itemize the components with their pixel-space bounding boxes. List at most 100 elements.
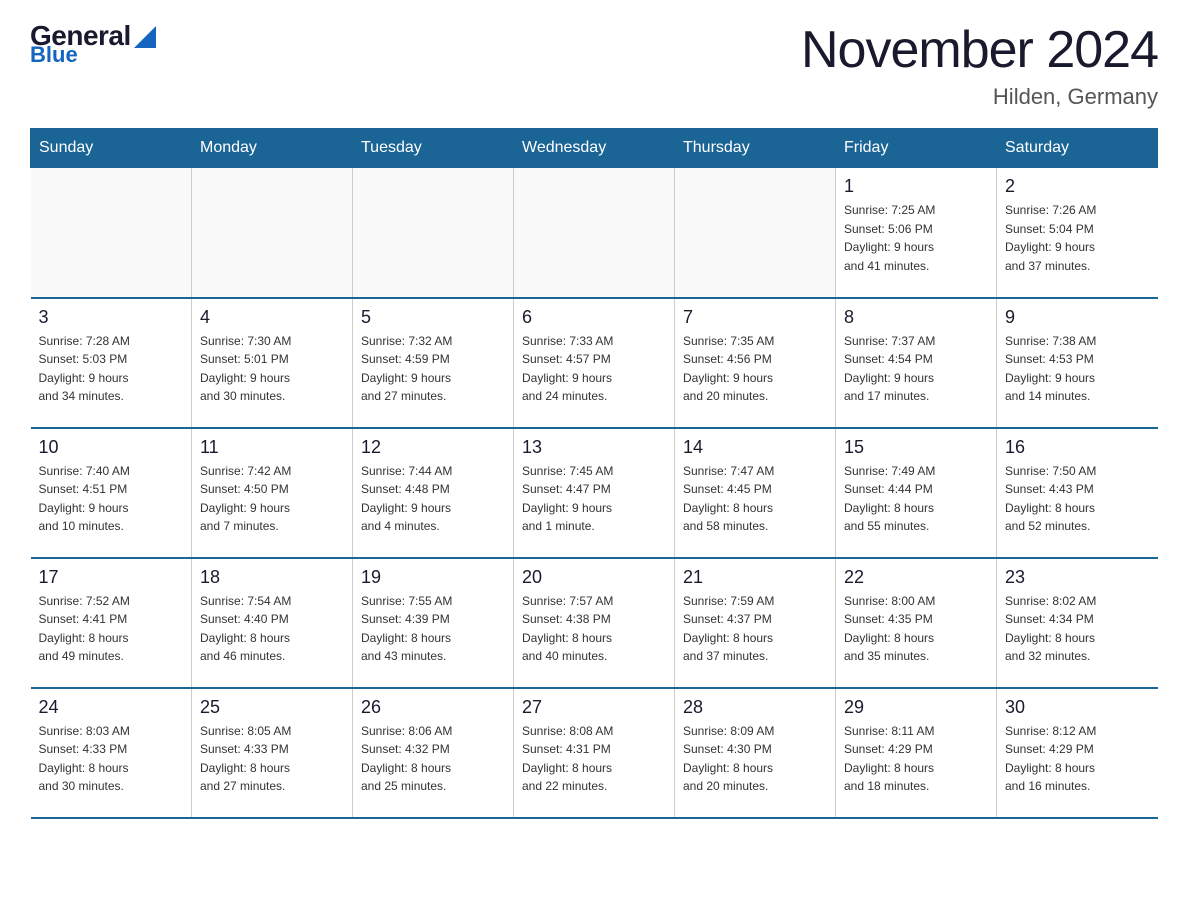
day-info: Sunrise: 8:02 AM Sunset: 4:34 PM Dayligh… xyxy=(1005,592,1150,666)
day-number: 22 xyxy=(844,567,988,588)
weekday-header-friday: Friday xyxy=(836,129,997,168)
day-info: Sunrise: 7:45 AM Sunset: 4:47 PM Dayligh… xyxy=(522,462,666,536)
logo-blue-text: Blue xyxy=(30,42,78,68)
day-info: Sunrise: 7:26 AM Sunset: 5:04 PM Dayligh… xyxy=(1005,201,1150,275)
day-info: Sunrise: 7:59 AM Sunset: 4:37 PM Dayligh… xyxy=(683,592,827,666)
calendar-day-cell: 21 Sunrise: 7:59 AM Sunset: 4:37 PM Dayli… xyxy=(675,558,836,688)
calendar-day-cell xyxy=(192,168,353,298)
calendar-day-cell: 24 Sunrise: 8:03 AM Sunset: 4:33 PM Dayli… xyxy=(31,688,192,818)
day-number: 2 xyxy=(1005,176,1150,197)
weekday-header-saturday: Saturday xyxy=(997,129,1158,168)
day-number: 21 xyxy=(683,567,827,588)
day-info: Sunrise: 8:08 AM Sunset: 4:31 PM Dayligh… xyxy=(522,722,666,796)
day-number: 4 xyxy=(200,307,344,328)
day-number: 13 xyxy=(522,437,666,458)
calendar-week-row: 1Sunrise: 7:25 AM Sunset: 5:06 PM Daylig… xyxy=(31,168,1158,298)
day-number: 14 xyxy=(683,437,827,458)
calendar-day-cell: 4 Sunrise: 7:30 AM Sunset: 5:01 PM Daylig… xyxy=(192,298,353,428)
calendar-day-cell: 11 Sunrise: 7:42 AM Sunset: 4:50 PM Dayli… xyxy=(192,428,353,558)
calendar-day-cell: 5 Sunrise: 7:32 AM Sunset: 4:59 PM Daylig… xyxy=(353,298,514,428)
day-number: 23 xyxy=(1005,567,1150,588)
calendar-day-cell: 10 Sunrise: 7:40 AM Sunset: 4:51 PM Dayli… xyxy=(31,428,192,558)
calendar-day-cell: 8Sunrise: 7:37 AM Sunset: 4:54 PM Daylig… xyxy=(836,298,997,428)
day-number: 7 xyxy=(683,307,827,328)
weekday-header-monday: Monday xyxy=(192,129,353,168)
calendar-day-cell: 28 Sunrise: 8:09 AM Sunset: 4:30 PM Dayli… xyxy=(675,688,836,818)
day-info: Sunrise: 8:06 AM Sunset: 4:32 PM Dayligh… xyxy=(361,722,505,796)
calendar-day-cell: 22Sunrise: 8:00 AM Sunset: 4:35 PM Dayli… xyxy=(836,558,997,688)
calendar-day-cell: 14 Sunrise: 7:47 AM Sunset: 4:45 PM Dayli… xyxy=(675,428,836,558)
day-number: 11 xyxy=(200,437,344,458)
calendar-day-cell: 26 Sunrise: 8:06 AM Sunset: 4:32 PM Dayli… xyxy=(353,688,514,818)
day-number: 29 xyxy=(844,697,988,718)
calendar-day-cell: 7Sunrise: 7:35 AM Sunset: 4:56 PM Daylig… xyxy=(675,298,836,428)
day-number: 15 xyxy=(844,437,988,458)
day-info: Sunrise: 7:52 AM Sunset: 4:41 PM Dayligh… xyxy=(39,592,184,666)
day-number: 26 xyxy=(361,697,505,718)
day-info: Sunrise: 7:32 AM Sunset: 4:59 PM Dayligh… xyxy=(361,332,505,406)
day-info: Sunrise: 7:42 AM Sunset: 4:50 PM Dayligh… xyxy=(200,462,344,536)
calendar-day-cell xyxy=(675,168,836,298)
calendar-week-row: 24 Sunrise: 8:03 AM Sunset: 4:33 PM Dayli… xyxy=(31,688,1158,818)
day-number: 3 xyxy=(39,307,184,328)
calendar-day-cell: 1Sunrise: 7:25 AM Sunset: 5:06 PM Daylig… xyxy=(836,168,997,298)
day-info: Sunrise: 7:54 AM Sunset: 4:40 PM Dayligh… xyxy=(200,592,344,666)
calendar-day-cell: 20 Sunrise: 7:57 AM Sunset: 4:38 PM Dayli… xyxy=(514,558,675,688)
calendar-day-cell: 3 Sunrise: 7:28 AM Sunset: 5:03 PM Daylig… xyxy=(31,298,192,428)
logo: General Blue xyxy=(30,20,156,68)
weekday-header-wednesday: Wednesday xyxy=(514,129,675,168)
calendar-week-row: 10 Sunrise: 7:40 AM Sunset: 4:51 PM Dayli… xyxy=(31,428,1158,558)
day-info: Sunrise: 7:50 AM Sunset: 4:43 PM Dayligh… xyxy=(1005,462,1150,536)
day-number: 12 xyxy=(361,437,505,458)
calendar-day-cell: 29 Sunrise: 8:11 AM Sunset: 4:29 PM Dayli… xyxy=(836,688,997,818)
weekday-header-thursday: Thursday xyxy=(675,129,836,168)
calendar-day-cell: 2 Sunrise: 7:26 AM Sunset: 5:04 PM Daylig… xyxy=(997,168,1158,298)
calendar-day-cell: 19 Sunrise: 7:55 AM Sunset: 4:39 PM Dayli… xyxy=(353,558,514,688)
day-info: Sunrise: 7:55 AM Sunset: 4:39 PM Dayligh… xyxy=(361,592,505,666)
day-info: Sunrise: 7:47 AM Sunset: 4:45 PM Dayligh… xyxy=(683,462,827,536)
calendar-day-cell: 15 Sunrise: 7:49 AM Sunset: 4:44 PM Dayli… xyxy=(836,428,997,558)
calendar-day-cell: 23 Sunrise: 8:02 AM Sunset: 4:34 PM Dayli… xyxy=(997,558,1158,688)
calendar-day-cell xyxy=(353,168,514,298)
logo-triangle-icon xyxy=(134,26,156,48)
day-number: 19 xyxy=(361,567,505,588)
calendar-day-cell: 17 Sunrise: 7:52 AM Sunset: 4:41 PM Dayli… xyxy=(31,558,192,688)
day-info: Sunrise: 7:33 AM Sunset: 4:57 PM Dayligh… xyxy=(522,332,666,406)
day-info: Sunrise: 7:30 AM Sunset: 5:01 PM Dayligh… xyxy=(200,332,344,406)
calendar-day-cell: 12 Sunrise: 7:44 AM Sunset: 4:48 PM Dayli… xyxy=(353,428,514,558)
calendar-week-row: 3 Sunrise: 7:28 AM Sunset: 5:03 PM Daylig… xyxy=(31,298,1158,428)
day-info: Sunrise: 7:40 AM Sunset: 4:51 PM Dayligh… xyxy=(39,462,184,536)
day-number: 20 xyxy=(522,567,666,588)
day-info: Sunrise: 7:28 AM Sunset: 5:03 PM Dayligh… xyxy=(39,332,184,406)
weekday-header-tuesday: Tuesday xyxy=(353,129,514,168)
day-number: 24 xyxy=(39,697,184,718)
calendar-day-cell: 6Sunrise: 7:33 AM Sunset: 4:57 PM Daylig… xyxy=(514,298,675,428)
day-info: Sunrise: 8:09 AM Sunset: 4:30 PM Dayligh… xyxy=(683,722,827,796)
calendar-header: SundayMondayTuesdayWednesdayThursdayFrid… xyxy=(31,129,1158,168)
day-number: 25 xyxy=(200,697,344,718)
day-number: 10 xyxy=(39,437,184,458)
day-number: 16 xyxy=(1005,437,1150,458)
day-info: Sunrise: 8:03 AM Sunset: 4:33 PM Dayligh… xyxy=(39,722,184,796)
day-info: Sunrise: 8:11 AM Sunset: 4:29 PM Dayligh… xyxy=(844,722,988,796)
header: General Blue November 2024 Hilden, Germa… xyxy=(30,20,1158,110)
calendar-subtitle: Hilden, Germany xyxy=(801,84,1158,110)
day-number: 27 xyxy=(522,697,666,718)
calendar-table: SundayMondayTuesdayWednesdayThursdayFrid… xyxy=(30,128,1158,819)
calendar-day-cell: 27 Sunrise: 8:08 AM Sunset: 4:31 PM Dayli… xyxy=(514,688,675,818)
day-info: Sunrise: 7:49 AM Sunset: 4:44 PM Dayligh… xyxy=(844,462,988,536)
day-number: 9 xyxy=(1005,307,1150,328)
day-number: 28 xyxy=(683,697,827,718)
day-info: Sunrise: 7:44 AM Sunset: 4:48 PM Dayligh… xyxy=(361,462,505,536)
calendar-day-cell: 13 Sunrise: 7:45 AM Sunset: 4:47 PM Dayli… xyxy=(514,428,675,558)
calendar-day-cell xyxy=(514,168,675,298)
day-number: 17 xyxy=(39,567,184,588)
day-number: 30 xyxy=(1005,697,1150,718)
calendar-day-cell: 16 Sunrise: 7:50 AM Sunset: 4:43 PM Dayli… xyxy=(997,428,1158,558)
day-info: Sunrise: 8:05 AM Sunset: 4:33 PM Dayligh… xyxy=(200,722,344,796)
calendar-body: 1Sunrise: 7:25 AM Sunset: 5:06 PM Daylig… xyxy=(31,168,1158,818)
day-number: 5 xyxy=(361,307,505,328)
weekday-header-sunday: Sunday xyxy=(31,129,192,168)
day-info: Sunrise: 7:57 AM Sunset: 4:38 PM Dayligh… xyxy=(522,592,666,666)
title-section: November 2024 Hilden, Germany xyxy=(801,20,1158,110)
